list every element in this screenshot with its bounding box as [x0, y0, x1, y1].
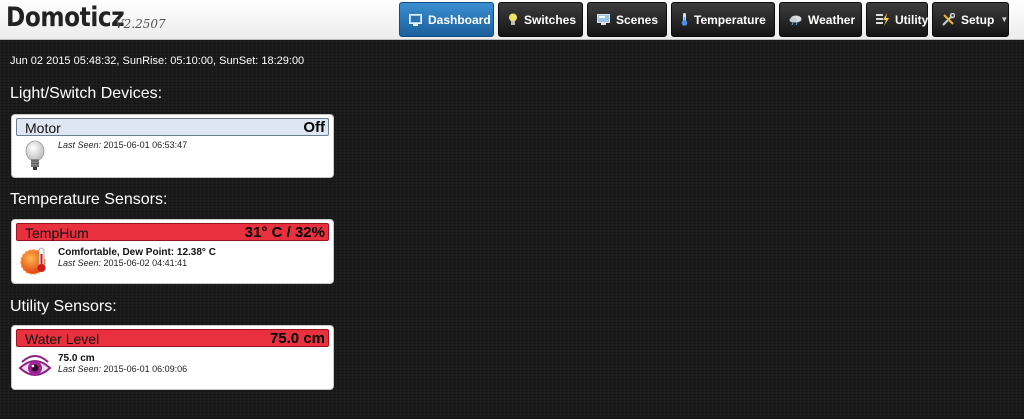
- device-status: Comfortable, Dew Point: 12.38° C: [58, 247, 216, 258]
- last-seen-label: Last Seen:: [58, 140, 102, 150]
- device-value: 75.0 cm: [269, 330, 325, 347]
- device-card-motor[interactable]: Motor Off Last Seen: 2015-06-01 06:53:47: [11, 114, 334, 178]
- weather-icon: [789, 13, 802, 26]
- status-datetime: Jun 02 2015 05:48:32, SunRise: 05:10:00,…: [10, 55, 305, 67]
- device-card-water-level[interactable]: Water Level 75.0 cm 75.0 cm Last Seen: 2…: [11, 325, 334, 390]
- lightbulb-icon: [508, 13, 518, 26]
- app-version: V2.2507: [115, 17, 166, 31]
- device-name: Motor: [25, 120, 61, 136]
- device-header-bar: Water Level 75.0 cm: [16, 329, 329, 347]
- nav-utility-button[interactable]: Utility: [866, 2, 928, 37]
- device-value: 31° C / 32%: [244, 224, 325, 241]
- last-seen-label: Last Seen:: [58, 258, 102, 268]
- chevron-down-icon: ▼: [1000, 15, 1009, 24]
- section-title-lights: Light/Switch Devices:: [10, 85, 163, 102]
- device-name: Water Level: [25, 331, 100, 347]
- thermometer-icon: [681, 13, 688, 26]
- nav-dashboard-label: Dashboard: [428, 12, 491, 27]
- device-value: Off: [303, 119, 325, 136]
- nav-weather-button[interactable]: Weather: [779, 2, 862, 37]
- last-seen-value: 2015-06-02 04:41:41: [103, 258, 188, 268]
- eye-icon[interactable]: [18, 350, 52, 384]
- main-nav: Dashboard Switches Scenes Temperature We…: [399, 2, 1013, 38]
- device-name: TempHum: [25, 225, 89, 241]
- device-status: 75.0 cm: [58, 353, 95, 364]
- device-header-bar: Motor Off: [16, 118, 329, 136]
- scenes-icon: [597, 13, 610, 26]
- lightbulb-off-icon[interactable]: [18, 139, 52, 173]
- setup-icon: [942, 13, 955, 26]
- dashboard-icon: [409, 13, 422, 26]
- temperature-sensor-icon[interactable]: [18, 244, 52, 278]
- nav-weather-label: Weather: [808, 12, 856, 27]
- nav-setup-button[interactable]: Setup ▼: [932, 2, 1009, 37]
- nav-temperature-label: Temperature: [694, 12, 766, 27]
- device-last-seen: Last Seen: 2015-06-01 06:53:47: [58, 140, 187, 150]
- device-header-bar: TempHum 31° C / 32%: [16, 223, 329, 241]
- last-seen-label: Last Seen:: [58, 364, 102, 374]
- last-seen-value: 2015-06-01 06:09:06: [103, 364, 188, 374]
- device-last-seen: Last Seen: 2015-06-01 06:09:06: [58, 364, 187, 374]
- nav-switches-button[interactable]: Switches: [498, 2, 583, 37]
- nav-scenes-label: Scenes: [616, 12, 659, 27]
- top-header: Domoticz V2.2507 Dashboard Switches Scen…: [0, 0, 1024, 40]
- nav-dashboard-button[interactable]: Dashboard: [399, 2, 494, 37]
- section-title-temperature: Temperature Sensors:: [10, 191, 168, 208]
- nav-switches-label: Switches: [524, 12, 577, 27]
- utility-icon: [876, 13, 889, 26]
- nav-setup-label: Setup: [961, 12, 995, 27]
- nav-utility-label: Utility: [895, 12, 929, 27]
- section-title-utility: Utility Sensors:: [10, 298, 117, 315]
- device-last-seen: Last Seen: 2015-06-02 04:41:41: [58, 258, 187, 268]
- last-seen-value: 2015-06-01 06:53:47: [103, 140, 188, 150]
- nav-scenes-button[interactable]: Scenes: [587, 2, 667, 37]
- app-title: Domoticz: [6, 2, 125, 33]
- nav-temperature-button[interactable]: Temperature: [671, 2, 775, 37]
- device-card-temphum[interactable]: TempHum 31° C / 32% Comfortable, Dew Poi…: [11, 219, 334, 284]
